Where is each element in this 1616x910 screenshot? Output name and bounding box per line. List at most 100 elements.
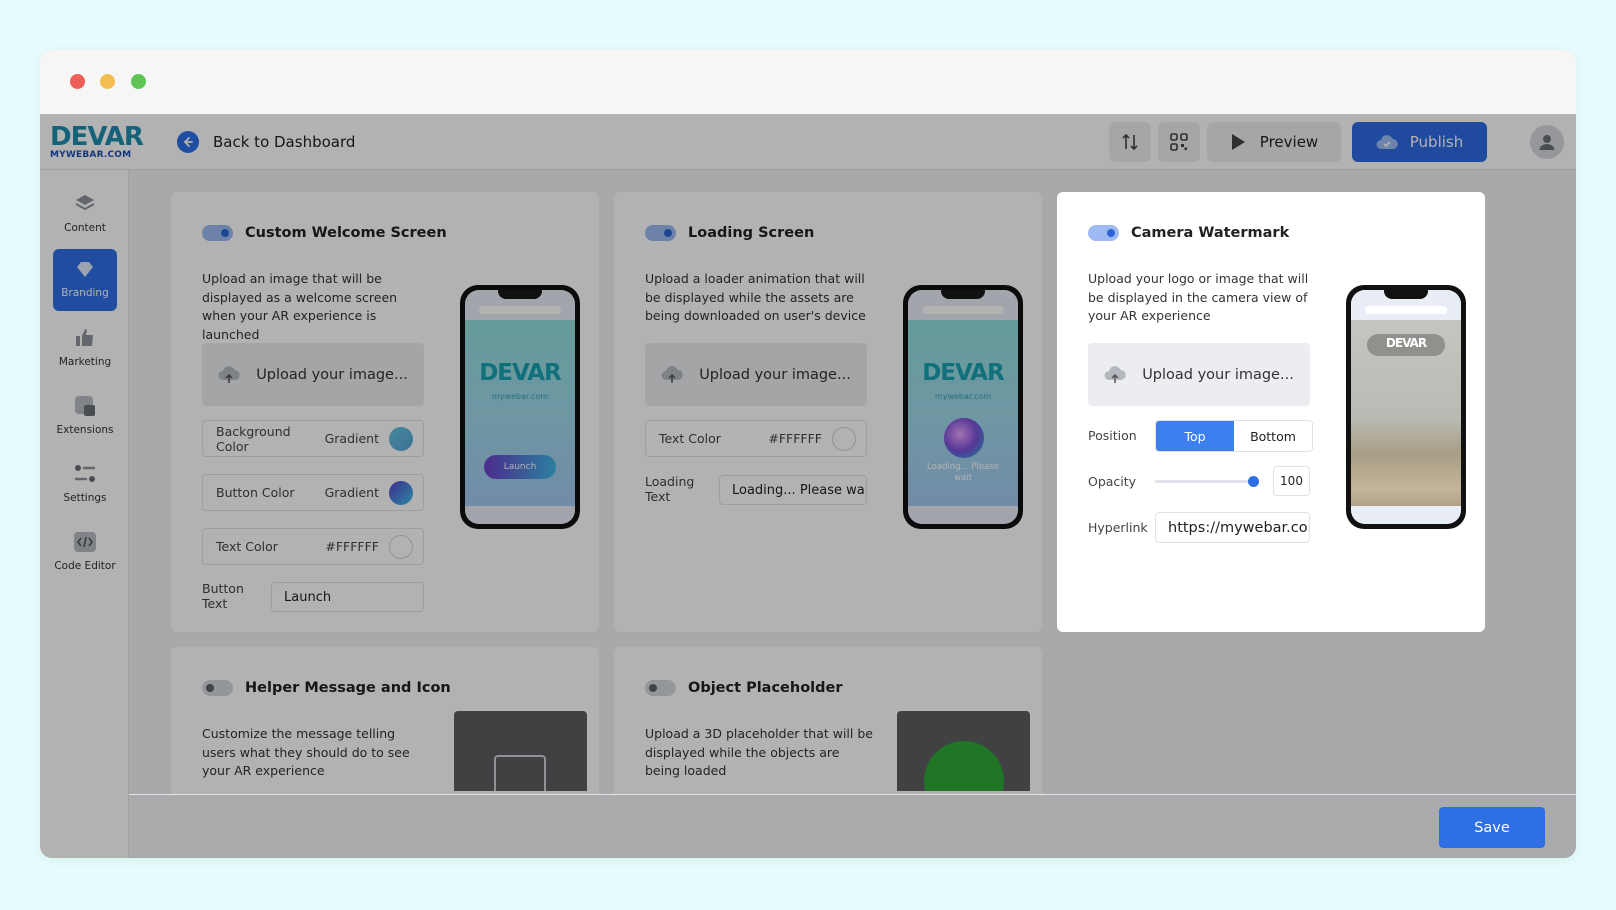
field-label: Background Color (216, 423, 291, 454)
app-window: DEVAR MYWEBAR.COM Back to Dashboard Prev… (40, 50, 1576, 858)
play-icon (1231, 134, 1245, 150)
position-bottom-option[interactable]: Bottom (1234, 421, 1312, 451)
card-header: Helper Message and Icon (202, 680, 451, 696)
field-value: Gradient (324, 431, 379, 446)
phone-sub: mywebar.com (934, 392, 992, 401)
card-title: Object Placeholder (688, 680, 843, 696)
sidebar-item-code-editor[interactable]: Code Editor (53, 522, 117, 584)
footer-bar: Save (129, 794, 1576, 858)
opacity-label: Opacity (1088, 474, 1137, 489)
color-swatch[interactable] (389, 534, 413, 559)
cloud-check-icon (1376, 135, 1398, 149)
helper-preview-image (454, 711, 587, 791)
helper-message-toggle[interactable] (202, 680, 233, 696)
arrow-left-icon (177, 131, 199, 153)
sliders-icon (74, 465, 96, 482)
phone-logo: DEVAR (479, 360, 562, 386)
user-avatar[interactable] (1530, 125, 1564, 159)
qr-code-button[interactable] (1158, 122, 1200, 162)
color-swatch[interactable] (389, 426, 413, 451)
code-icon (74, 532, 96, 552)
qr-code-icon (1170, 133, 1188, 151)
card-title: Helper Message and Icon (245, 680, 451, 696)
sidebar-item-marketing[interactable]: Marketing (53, 318, 117, 380)
sidebar-item-settings[interactable]: Settings (53, 454, 117, 516)
cloud-upload-icon (1104, 365, 1126, 383)
field-value: #FFFFFF (768, 431, 822, 446)
placeholder-preview-image (897, 711, 1030, 791)
position-label: Position (1088, 428, 1137, 443)
save-button[interactable]: Save (1439, 807, 1545, 848)
sidebar-item-content[interactable]: Content (53, 184, 117, 246)
footer-dim-overlay (129, 795, 1576, 858)
thumbs-up-icon (76, 329, 93, 346)
color-swatch[interactable] (832, 426, 856, 451)
logo-sub: MYWEBAR.COM (50, 150, 132, 160)
camera-watermark-toggle[interactable] (1088, 225, 1119, 241)
field-label: Button Color (216, 485, 295, 500)
sidebar-item-extensions[interactable]: Extensions (53, 386, 117, 448)
logo-word: DEVAR (50, 122, 144, 152)
phone-sub: mywebar.com (491, 392, 549, 401)
sidebar-item-label: Branding (61, 287, 109, 299)
card-header: Loading Screen (645, 225, 814, 241)
field-value: Gradient (324, 485, 379, 500)
loading-text-input[interactable]: Loading... Please wait (719, 475, 867, 505)
card-header: Custom Welcome Screen (202, 225, 447, 241)
opacity-value-input[interactable]: 100 (1273, 466, 1310, 496)
field-label: Text Color (216, 539, 278, 554)
back-label: Back to Dashboard (213, 133, 356, 151)
card-header: Camera Watermark (1088, 225, 1289, 241)
loader-animation-icon (944, 418, 984, 458)
card-header: Object Placeholder (645, 680, 843, 696)
loading-text-label: Loading Text (645, 474, 695, 504)
upload-image-button[interactable]: Upload your image... (202, 343, 424, 406)
object-placeholder-toggle[interactable] (645, 680, 676, 696)
back-to-dashboard-link[interactable]: Back to Dashboard (177, 128, 355, 156)
button-text-input[interactable]: Launch (271, 582, 424, 612)
watermark-phone-preview: DEVAR (1346, 285, 1466, 529)
card-title: Camera Watermark (1131, 225, 1290, 241)
sidebar-item-label: Extensions (56, 424, 114, 436)
opacity-slider-handle[interactable] (1248, 476, 1259, 487)
close-window-button[interactable] (70, 74, 85, 89)
card-title: Custom Welcome Screen (245, 225, 447, 241)
phone-logo: DEVAR (922, 360, 1005, 386)
sidebar: Content Branding Marketing Extensions Se… (40, 170, 129, 858)
sidebar-item-label: Marketing (58, 356, 112, 368)
welcome-screen-card: Custom Welcome Screen Upload an image th… (171, 192, 599, 632)
loading-screen-toggle[interactable] (645, 225, 676, 241)
preview-button[interactable]: Preview (1207, 122, 1341, 162)
field-value: #FFFFFF (325, 539, 379, 554)
background-color-field[interactable]: Background Color Gradient (202, 420, 424, 457)
upload-label: Upload your image... (699, 366, 851, 383)
upload-image-button[interactable]: Upload your image... (1088, 343, 1310, 406)
button-color-field[interactable]: Button Color Gradient (202, 474, 424, 511)
position-segmented-control: Top Bottom (1155, 420, 1313, 452)
hyperlink-label: Hyperlink (1088, 520, 1148, 535)
branding-icon (77, 262, 93, 277)
maximize-window-button[interactable] (131, 74, 146, 89)
text-color-field[interactable]: Text Color #FFFFFF (202, 528, 424, 565)
hyperlink-input[interactable]: https://mywebar.com (1155, 512, 1310, 543)
position-top-option[interactable]: Top (1156, 421, 1234, 451)
card-description: Upload a 3D placeholder that will be dis… (645, 726, 873, 778)
cloud-upload-icon (661, 365, 683, 383)
brand-logo[interactable]: DEVAR MYWEBAR.COM (50, 122, 144, 160)
field-label: Text Color (659, 431, 721, 446)
welcome-screen-toggle[interactable] (202, 225, 233, 241)
opacity-slider[interactable] (1155, 480, 1255, 483)
minimize-window-button[interactable] (100, 74, 115, 89)
layers-icon (75, 195, 95, 211)
publish-button[interactable]: Publish (1352, 122, 1487, 162)
card-description: Upload an image that will be displayed a… (202, 271, 398, 342)
sidebar-item-branding[interactable]: Branding (53, 249, 117, 311)
upload-image-button[interactable]: Upload your image... (645, 343, 867, 406)
color-swatch[interactable] (389, 480, 413, 505)
text-color-field[interactable]: Text Color #FFFFFF (645, 420, 867, 457)
app-area: DEVAR MYWEBAR.COM Back to Dashboard Prev… (40, 114, 1576, 858)
loading-screen-card: Loading Screen Upload a loader animation… (614, 192, 1042, 632)
sort-arrows-icon (1122, 133, 1138, 151)
sort-button[interactable] (1109, 122, 1151, 162)
sidebar-item-label: Code Editor (54, 560, 116, 572)
